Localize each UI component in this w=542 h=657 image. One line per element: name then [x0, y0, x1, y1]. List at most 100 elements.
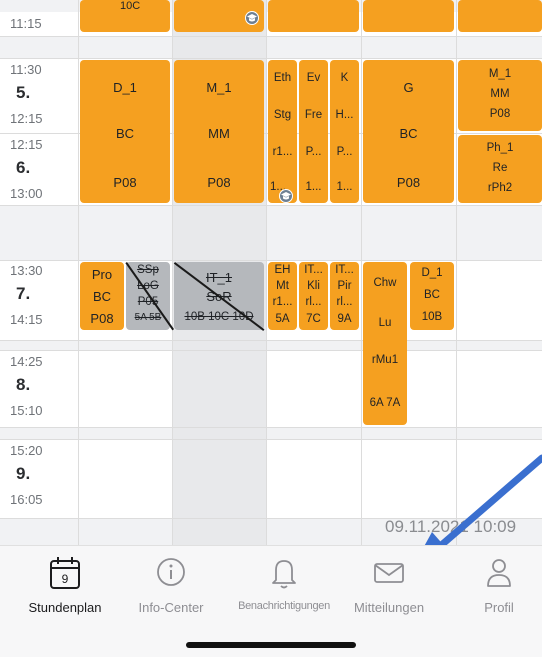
lesson-card[interactable]: Chw Lu rMu1 6A 7A — [363, 262, 407, 425]
period-end: 13:00 — [10, 186, 43, 201]
period-start: 11:30 — [10, 62, 42, 77]
lesson-card[interactable]: Ev Fre P... 1... — [299, 60, 328, 203]
lesson-room: r1... — [272, 146, 293, 158]
lesson-class: 1... — [305, 181, 322, 193]
lesson-teacher: BC — [399, 126, 418, 141]
lesson-card[interactable]: Ph_1 Re rPh2 — [458, 135, 542, 203]
grid-line — [0, 260, 542, 261]
period-start: 15:20 — [10, 443, 43, 458]
lesson-teacher: Pir — [337, 280, 352, 292]
lesson-class: 1... — [336, 181, 353, 193]
period-start: 13:30 — [10, 263, 43, 278]
grid-line — [0, 350, 542, 351]
period-number: 5. — [16, 83, 31, 102]
lesson-teacher: MM — [208, 126, 230, 141]
period-start: 12:15 — [10, 137, 43, 152]
lesson-card[interactable]: Eth Stg r1... 1... — [268, 60, 297, 203]
break-band — [0, 340, 542, 350]
lesson-class: 10B — [421, 311, 443, 323]
home-indicator — [186, 642, 356, 648]
lesson-teacher: Mt — [276, 280, 289, 292]
tab-label: Stundenplan — [28, 600, 102, 615]
lesson-subject: Chw — [373, 277, 397, 289]
lesson-teacher: BC — [424, 289, 440, 301]
lesson-subject: M_1 — [488, 68, 512, 80]
period-end: 16:05 — [10, 492, 43, 507]
grid-line — [0, 36, 542, 37]
lesson-card[interactable]: K H... P... 1... — [330, 60, 359, 203]
period-number: 9. — [16, 464, 31, 483]
mail-icon — [374, 563, 404, 583]
lesson-class: 9A — [337, 313, 352, 325]
lesson-room: P05 — [137, 296, 159, 308]
tab-label: Benachrichtigungen — [238, 600, 330, 612]
lesson-room: rl... — [336, 296, 353, 308]
tab-label: Mitteilungen — [353, 600, 425, 615]
break-band — [0, 36, 542, 58]
exam-icon — [279, 189, 293, 203]
period-start: 11:15 — [10, 16, 42, 31]
period-8-times: 14:25 8. 15:10 — [0, 354, 78, 418]
grid-line — [361, 0, 362, 545]
person-icon — [487, 559, 511, 587]
lesson-teacher: MM — [490, 88, 510, 100]
lesson-room: rMu1 — [371, 354, 399, 366]
lesson-subject: Eth — [273, 72, 292, 84]
lesson-teacher: Kli — [307, 280, 320, 292]
break-band — [0, 427, 542, 439]
period-end: 12:15 — [10, 111, 43, 126]
lesson-class: 5A — [275, 313, 290, 325]
lesson-card[interactable] — [268, 0, 359, 32]
lesson-card[interactable] — [363, 0, 454, 32]
lesson-room: P08 — [113, 175, 137, 190]
tab-bar: 9 Stundenplan Info-Center Benachrichtigu… — [0, 545, 542, 657]
lesson-card[interactable]: IT... Kli rl... 7C — [299, 262, 328, 330]
lesson-subject: Ev — [306, 72, 321, 84]
lesson-card[interactable]: M_1 MM P08 — [458, 60, 542, 131]
lesson-teacher: BC — [92, 289, 112, 304]
period-6-times: 12:15 6. 13:00 — [0, 137, 78, 201]
lesson-card[interactable]: D_1 BC 10B — [410, 262, 454, 330]
lesson-room: r1... — [272, 296, 293, 308]
period-end: 14:15 — [10, 312, 43, 327]
bell-icon — [272, 560, 296, 589]
lesson-card[interactable]: 10C — [80, 0, 170, 32]
calendar-icon: 9 — [50, 557, 80, 589]
lesson-class: 6A 7A — [369, 397, 401, 409]
grid-line — [266, 0, 267, 545]
lesson-teacher: LoG — [137, 280, 159, 292]
lesson-subject: D_1 — [421, 267, 443, 279]
grid-line — [0, 205, 542, 206]
grid-line — [0, 58, 542, 59]
lesson-room: rl... — [305, 296, 322, 308]
lesson-subject: Pro — [91, 267, 113, 282]
grid-line — [172, 0, 173, 545]
lesson-room: P... — [305, 146, 322, 158]
period-end: 15:10 — [10, 403, 43, 418]
lesson-card[interactable] — [458, 0, 542, 32]
lesson-subject: G — [403, 80, 414, 95]
lesson-room: P08 — [207, 175, 231, 190]
period-number: 8. — [16, 375, 31, 394]
lesson-card[interactable]: G BC P08 — [363, 60, 454, 203]
lesson-teacher: Re — [492, 162, 508, 174]
break-band — [0, 205, 542, 260]
lesson-card[interactable]: IT... Pir rl... 9A — [330, 262, 359, 330]
period-start: 14:25 — [10, 354, 43, 369]
period-number: 7. — [16, 284, 31, 303]
grid-line — [78, 0, 79, 545]
lesson-teacher: BC — [115, 126, 135, 141]
lesson-room: P08 — [90, 311, 114, 326]
grid-line — [0, 340, 542, 341]
lesson-teacher: Lu — [378, 317, 392, 329]
lesson-subject: IT... — [304, 264, 323, 276]
lesson-subject: IT... — [335, 264, 354, 276]
tab-label: Profil — [484, 600, 514, 615]
lesson-card[interactable]: EH Mt r1... 5A — [268, 262, 297, 330]
grid-line — [0, 427, 542, 428]
lesson-room: P08 — [396, 175, 421, 190]
lesson-room: P... — [336, 146, 353, 158]
lesson-card[interactable]: M_1 MM P08 — [174, 60, 264, 203]
lesson-card[interactable]: D_1 BC P08 — [80, 60, 170, 203]
lesson-card[interactable]: Pro BC P08 — [80, 262, 124, 330]
